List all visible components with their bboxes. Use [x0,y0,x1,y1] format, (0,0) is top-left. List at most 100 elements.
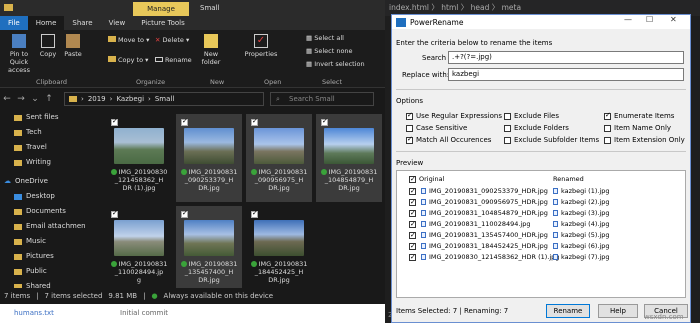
option-item-name-only[interactable]: Item Name Only [604,124,671,132]
option-case-sensitive[interactable]: Case Sensitive [406,124,467,132]
row-checkbox[interactable] [409,219,416,230]
preview-row[interactable]: IMG_20190831_090253379_HDR.jpg kazbegi (1… [397,186,685,197]
move-to-button[interactable]: Move to ▾ [108,36,149,44]
close-icon[interactable]: ✕ [670,15,677,24]
checkbox-case-sensitive[interactable] [406,124,413,132]
nav-item-tech[interactable]: Tech [0,125,100,140]
file-tile[interactable]: IMG_20190830_121458362_HDR (1).jpg [106,114,172,202]
file-tile[interactable]: IMG_20190831_090956975_HDR.jpg [246,114,312,202]
preview-row[interactable]: IMG_20190831_090956975_HDR.jpg kazbegi (2… [397,197,685,208]
file-tile[interactable]: IMG_20190831_135457400_HDR.jpg [176,206,242,294]
checkbox-enumerate[interactable] [604,111,611,120]
breadcrumb-kazbegi[interactable]: Kazbegi [116,95,144,103]
file-tile[interactable]: IMG_20190831_090253379_HDR.jpg [176,114,242,202]
tab-file[interactable]: File [0,16,28,30]
file-checkbox[interactable] [181,209,188,218]
row-checkbox[interactable] [409,197,416,208]
option-use-regex[interactable]: Use Regular Expressions [406,111,502,120]
new-folder-button[interactable]: New folder [198,34,224,66]
option-item-ext-only[interactable]: Item Extension Only [604,136,685,144]
file-tile[interactable]: IMG_20190831_110028494.jpg [106,206,172,294]
nav-item-public[interactable]: Public [0,264,100,279]
select-all-button[interactable]: ▦ Select all [306,34,344,42]
nav-item-travel[interactable]: Travel [0,140,100,155]
row-checkbox[interactable] [409,186,416,197]
preview-row[interactable]: IMG_20190831_184452425_HDR.jpg kazbegi (6… [397,241,685,252]
up-arrow-icon[interactable]: ↑ [42,94,56,104]
tab-home[interactable]: Home [27,16,65,30]
tab-view[interactable]: View [101,16,134,30]
nav-item-email-attachments[interactable]: Email attachmen [0,219,100,234]
option-match-all[interactable]: Match All Occurences [406,135,491,144]
option-enumerate[interactable]: Enumerate Items [604,111,674,120]
file-checkbox[interactable] [251,117,258,126]
preview-row[interactable]: IMG_20190831_110028494.jpg kazbegi (4).jp… [397,219,685,230]
nav-item-music[interactable]: Music [0,234,100,249]
checkbox-exclude-folders[interactable] [504,124,511,132]
row-checkbox[interactable] [409,230,416,241]
col-renamed[interactable]: Renamed [553,174,584,185]
preview-row[interactable]: IMG_20190831_104854879_HDR.jpg kazbegi (3… [397,208,685,219]
nav-item-desktop[interactable]: Desktop [0,189,100,204]
file-name: IMG_20190831 _104854879_H DR.jpg [316,168,382,192]
option-exclude-files[interactable]: Exclude Files [504,112,559,120]
options-label: Options [396,97,424,105]
rename-button[interactable]: Rename [155,56,192,64]
properties-button[interactable]: ✓ Properties [244,34,278,58]
checkbox-select-all[interactable] [409,174,416,185]
bottom-file[interactable]: humans.txt [14,309,54,317]
file-checkbox[interactable] [251,209,258,218]
checkbox-exclude-subfolder[interactable] [504,136,511,144]
file-checkbox[interactable] [111,209,118,218]
copy-to-button[interactable]: Copy to ▾ [108,56,148,64]
back-arrow-icon[interactable]: ← [0,94,14,104]
invert-selection-button[interactable]: ▦ Invert selection [306,60,365,68]
original-name: IMG_20190830_121458362_HDR (1).jpg [429,253,560,261]
paste-button[interactable]: Paste [62,34,84,58]
pin-button[interactable]: Pin to Quick access [2,34,36,74]
checkbox-exclude-files[interactable] [504,112,511,120]
breadcrumb-2019[interactable]: 2019 [88,95,106,103]
rename-button[interactable]: Rename [546,304,590,318]
checkbox-item-ext-only[interactable] [604,136,611,144]
nav-item-sent-files[interactable]: Sent files [0,110,100,125]
tab-share[interactable]: Share [64,16,100,30]
nav-item-writing[interactable]: Writing [0,155,100,170]
chevron-down-icon[interactable]: ⌄ [28,94,42,104]
file-checkbox[interactable] [321,117,328,126]
maximize-icon[interactable]: ☐ [646,15,653,24]
forward-arrow-icon[interactable]: → [14,94,28,104]
help-button[interactable]: Help [598,304,638,318]
preview-row[interactable]: IMG_20190830_121458362_HDR (1).jpgkazbeg… [397,252,685,263]
nav-item-pictures[interactable]: Pictures [0,249,100,264]
file-checkbox[interactable] [181,117,188,126]
row-checkbox[interactable] [409,241,416,252]
nav-item-documents[interactable]: Documents [0,204,100,219]
replace-with-input[interactable]: kazbegi [448,68,684,81]
delete-button[interactable]: ✕ Delete ▾ [155,36,189,44]
col-original[interactable]: Original [419,174,444,185]
tab-manage[interactable]: Manage [133,2,189,16]
option-exclude-subfolder[interactable]: Exclude Subfolder Items [504,136,599,144]
copy-button[interactable]: Copy [38,34,58,58]
select-none-button[interactable]: ▦ Select none [306,47,353,55]
nav-item-onedrive[interactable]: ☁ OneDrive [0,174,100,189]
checkbox-item-name-only[interactable] [604,124,611,132]
renamed-name: kazbegi (1).jpg [561,187,610,195]
tab-picture-tools[interactable]: Picture Tools [133,16,193,30]
checkbox-match-all[interactable] [406,135,413,144]
status-selected: 7 items selected [44,292,103,300]
file-tile[interactable]: IMG_20190831_104854879_HDR.jpg [316,114,382,202]
preview-row[interactable]: IMG_20190831_135457400_HDR.jpg kazbegi (5… [397,230,685,241]
option-exclude-folders[interactable]: Exclude Folders [504,124,569,132]
row-checkbox[interactable] [409,208,416,219]
file-tile[interactable]: IMG_20190831_184452425_HDR.jpg [246,206,312,294]
address-bar[interactable]: › 2019 › Kazbegi › Small [64,92,264,106]
minimize-icon[interactable]: — [624,15,632,24]
row-checkbox[interactable] [409,252,416,263]
search-for-input[interactable]: .+?(?=.jpg) [448,51,684,64]
search-input[interactable]: ⌕ Search Small [270,92,374,106]
checkbox-use-regex[interactable] [406,111,413,120]
breadcrumb-small[interactable]: Small [155,95,174,103]
file-checkbox[interactable] [111,117,118,126]
